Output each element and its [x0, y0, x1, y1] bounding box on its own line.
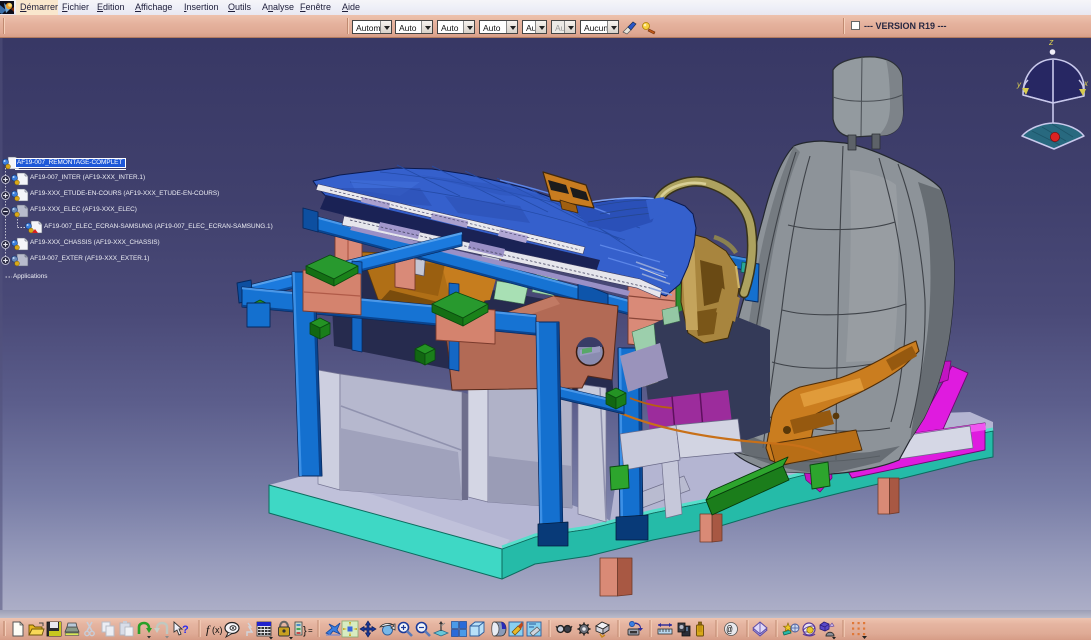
svg-text:}: }	[303, 625, 307, 637]
svg-text:(x): (x)	[212, 625, 223, 635]
svg-text:=: =	[308, 626, 313, 635]
svg-text:?: ?	[182, 624, 189, 636]
svg-text:@: @	[727, 625, 733, 637]
svg-text:z: z	[1048, 38, 1054, 47]
svg-text:f: f	[206, 623, 211, 637]
